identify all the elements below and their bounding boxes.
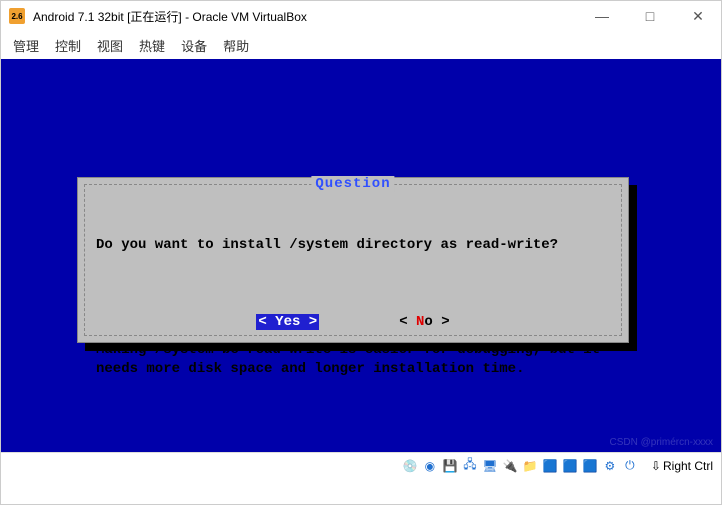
dialog-line1: Do you want to install /system directory…	[96, 236, 610, 254]
menu-control[interactable]: 控制	[55, 36, 81, 55]
host-key-indicator: ⇩ Right Ctrl	[651, 459, 713, 473]
host-key-arrow-icon: ⇩	[651, 459, 661, 473]
recording-icon[interactable]: 🟦	[581, 457, 599, 475]
menu-view[interactable]: 视图	[97, 36, 123, 55]
dialog-line2: Making /system be read-write is easier f…	[96, 341, 610, 377]
no-button[interactable]: < No >	[399, 314, 449, 330]
feature1-icon[interactable]: 🟦	[541, 457, 559, 475]
dialog-buttons: < Yes > < No >	[78, 314, 628, 330]
shared-folder-icon[interactable]: 📁	[521, 457, 539, 475]
menubar: 管理 控制 视图 热键 设备 帮助	[1, 31, 721, 59]
watermark: CSDN @primércn‑xxxx	[610, 437, 714, 448]
window-titlebar: 2.6 Android 7.1 32bit [正在运行] - Oracle VM…	[1, 1, 721, 31]
feature2-icon[interactable]: 🟦	[561, 457, 579, 475]
host-key-label: Right Ctrl	[663, 459, 713, 473]
optical-icon[interactable]: ◉	[421, 457, 439, 475]
settings-icon[interactable]: ⚙	[601, 457, 619, 475]
yes-button[interactable]: < Yes >	[256, 314, 319, 330]
virtualbox-icon: 2.6	[9, 8, 25, 24]
status-icons: 💿 ◉ 💾 🖧 🖥 🔌 📁 🟦 🟦 🟦 ⚙ ⏻	[401, 457, 639, 475]
network-icon[interactable]: 🖧	[461, 457, 479, 475]
vm-display: Question Do you want to install /system …	[1, 59, 721, 452]
maximize-button[interactable]: □	[635, 8, 665, 25]
usb-icon[interactable]: 🔌	[501, 457, 519, 475]
power-icon[interactable]: ⏻	[621, 457, 639, 475]
menu-help[interactable]: 帮助	[223, 36, 249, 55]
dialog-text: Do you want to install /system directory…	[78, 178, 628, 414]
menu-devices[interactable]: 设备	[181, 36, 207, 55]
display-icon[interactable]: 🖥	[481, 457, 499, 475]
statusbar: 💿 ◉ 💾 🖧 🖥 🔌 📁 🟦 🟦 🟦 ⚙ ⏻ ⇩ Right Ctrl	[1, 452, 721, 478]
floppy-icon[interactable]: 💾	[441, 457, 459, 475]
window-title: Android 7.1 32bit [正在运行] - Oracle VM Vir…	[33, 8, 587, 25]
menu-manage[interactable]: 管理	[13, 36, 39, 55]
minimize-button[interactable]: —	[587, 8, 617, 25]
question-dialog: Question Do you want to install /system …	[77, 177, 629, 343]
hdd-icon[interactable]: 💿	[401, 457, 419, 475]
menu-hotkeys[interactable]: 热键	[139, 36, 165, 55]
dialog-title: Question	[311, 176, 394, 192]
window-controls: — □ ✕	[587, 8, 713, 25]
close-button[interactable]: ✕	[683, 8, 713, 25]
